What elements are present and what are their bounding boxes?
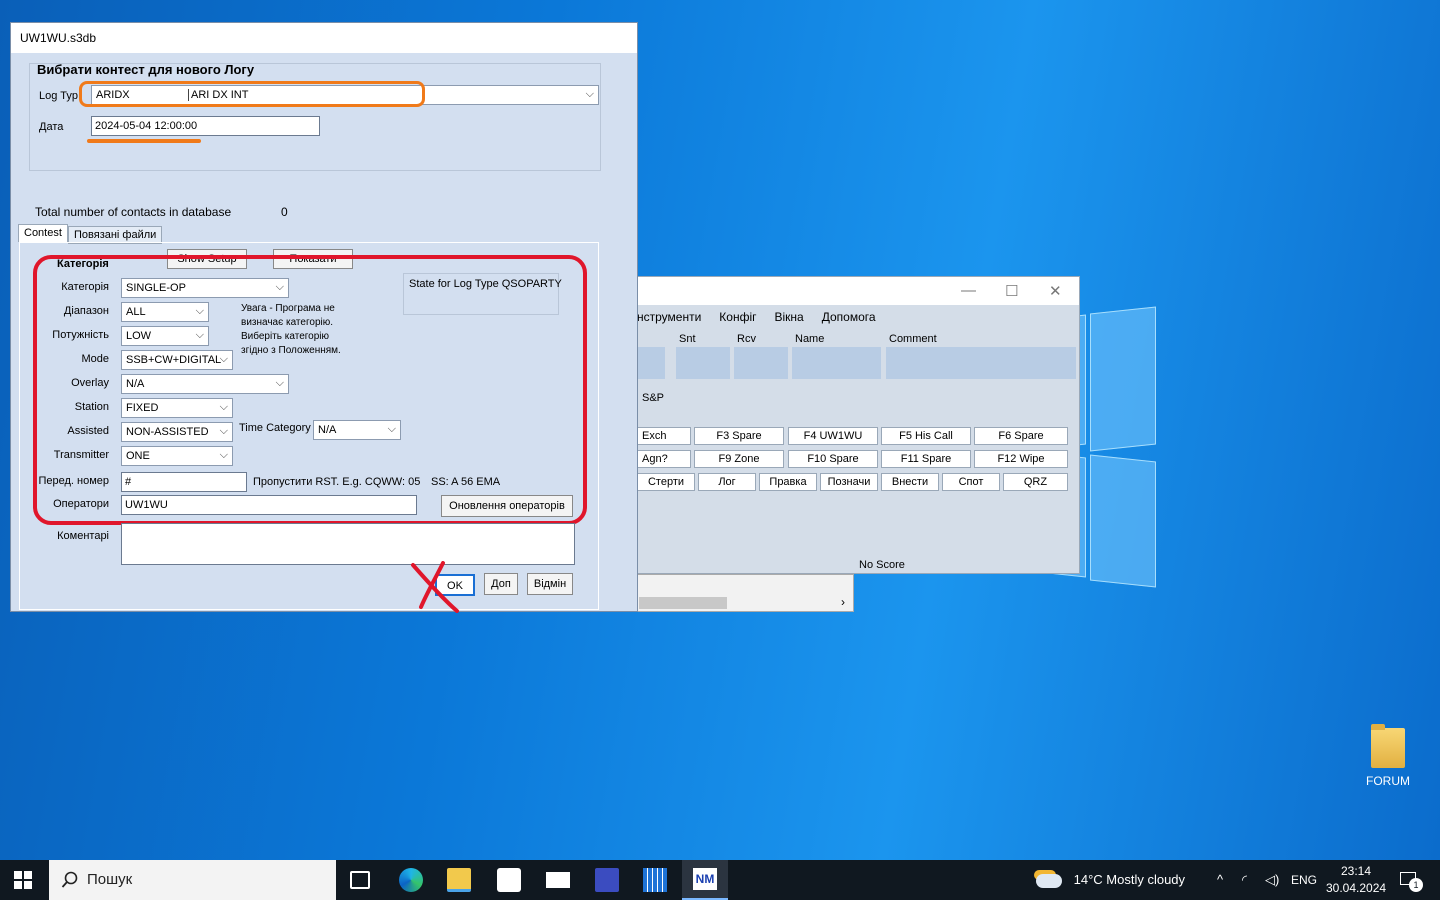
column-name: Name (795, 333, 825, 345)
column-rcv: Rcv (737, 333, 756, 345)
cloudy-icon (1036, 873, 1062, 888)
scroll-right-icon[interactable]: › (841, 595, 845, 609)
logger-window: — ☐ ✕ нструменти Конфіг Вікна Допомога S… (600, 276, 1080, 574)
tab-contest[interactable]: Contest (18, 224, 68, 242)
close-icon[interactable]: ✕ (1049, 282, 1062, 300)
date-label: Дата (39, 121, 64, 133)
minimize-icon[interactable]: — (961, 282, 976, 299)
n1mm-icon: NM (693, 868, 717, 890)
desktop-icon-forum[interactable]: FORUM (1360, 724, 1416, 788)
search-icon (61, 871, 78, 888)
column-snt: Snt (679, 333, 696, 345)
exch-button[interactable]: Exch (637, 427, 691, 445)
menu-tools[interactable]: нструменти (637, 310, 701, 324)
f6-button[interactable]: F6 Spare (974, 427, 1068, 445)
maximize-icon[interactable]: ☐ (1005, 282, 1018, 300)
column-comment: Comment (889, 333, 937, 345)
dialog-heading: Вибрати контест для нового Логу (37, 62, 255, 77)
edge-icon[interactable] (399, 868, 423, 892)
snt-field[interactable] (676, 347, 730, 379)
annotation-orange-box (79, 81, 425, 107)
help-button[interactable]: Доп (484, 573, 518, 595)
total-contacts-label: Total number of contacts in database (35, 205, 232, 219)
clock-date: 30.04.2024 (1326, 881, 1387, 895)
save-app-icon[interactable] (595, 868, 619, 892)
agn-button[interactable]: Agn? (637, 450, 691, 468)
f11-button[interactable]: F11 Spare (881, 450, 971, 468)
annotation-red-box (33, 255, 587, 525)
comments-textarea[interactable] (121, 523, 575, 565)
scrollbar-thumb[interactable] (639, 597, 727, 609)
desktop-icon-label: FORUM (1366, 774, 1410, 788)
taskbar: Пошук NM 14°C Mostly cloudy ^ ◜ ◁) ENG 2… (0, 860, 1440, 900)
logger-menu: нструменти Конфіг Вікна Допомога (601, 305, 1079, 329)
chevron-up-icon[interactable]: ^ (1217, 860, 1223, 900)
f5-button[interactable]: F5 His Call (881, 427, 971, 445)
score-label: No Score (859, 559, 905, 571)
total-contacts-value: 0 (281, 205, 288, 219)
taskbar-search[interactable]: Пошук (49, 860, 336, 900)
name-field[interactable] (792, 347, 881, 379)
n1mm-task[interactable]: NM (682, 860, 728, 900)
mark-button[interactable]: Позначи (820, 473, 878, 491)
spot-button[interactable]: Спот (942, 473, 1000, 491)
windows-start-icon[interactable] (14, 871, 32, 889)
menu-windows[interactable]: Вікна (775, 310, 804, 324)
weather-text: 14°C Mostly cloudy (1073, 872, 1186, 887)
f9-button[interactable]: F9 Zone (694, 450, 784, 468)
weather-widget[interactable]: 14°C Mostly cloudy (1036, 860, 1185, 900)
erase-button[interactable]: Стерти (637, 473, 695, 491)
edit-button[interactable]: Правка (759, 473, 817, 491)
f12-button[interactable]: F12 Wipe (974, 450, 1068, 468)
log-type-label: Log Typ (39, 90, 78, 102)
task-view-icon[interactable] (350, 871, 370, 889)
file-explorer-icon[interactable] (447, 868, 471, 892)
chevron-down-icon: ⌵ (585, 88, 594, 100)
store-icon[interactable] (497, 868, 521, 892)
f3-button[interactable]: F3 Spare (694, 427, 784, 445)
annotation-orange-underline (87, 139, 201, 143)
dialog-title: UW1WU.s3db (11, 23, 637, 53)
menu-help[interactable]: Допомога (822, 310, 876, 324)
notifications-icon[interactable]: 1 (1400, 872, 1423, 892)
notification-count: 1 (1409, 878, 1423, 892)
wifi-icon[interactable]: ◜ (1242, 860, 1247, 900)
search-placeholder: Пошук (87, 871, 133, 888)
calendar-app-icon[interactable] (643, 868, 667, 892)
rcv-field[interactable] (734, 347, 788, 379)
menu-config[interactable]: Конфіг (719, 310, 756, 324)
clock-time: 23:14 (1340, 864, 1372, 878)
secondary-window: › (636, 574, 854, 612)
date-input[interactable]: 2024-05-04 12:00:00 (91, 116, 320, 136)
f4-button[interactable]: F4 UW1WU (788, 427, 878, 445)
mail-icon[interactable] (546, 872, 570, 888)
qrz-button[interactable]: QRZ (1003, 473, 1068, 491)
log-button[interactable]: Лог (698, 473, 756, 491)
f10-button[interactable]: F10 Spare (788, 450, 878, 468)
comments-label: Коментарі (57, 530, 109, 542)
new-log-dialog: UW1WU.s3db Вибрати контест для нового Ло… (10, 22, 638, 613)
enter-button[interactable]: Внести (881, 473, 939, 491)
cancel-button[interactable]: Відмін (527, 573, 573, 595)
logger-titlebar: — ☐ ✕ (601, 277, 1079, 305)
call-field[interactable] (637, 347, 665, 379)
sp-label: S&P (642, 392, 665, 404)
clock[interactable]: 23:14 30.04.2024 (1326, 863, 1386, 897)
comment-field[interactable] (886, 347, 1076, 379)
language-indicator[interactable]: ENG (1291, 860, 1317, 900)
volume-icon[interactable]: ◁) (1265, 860, 1279, 900)
annotation-red-cross (411, 561, 459, 613)
folder-icon (1371, 724, 1405, 768)
